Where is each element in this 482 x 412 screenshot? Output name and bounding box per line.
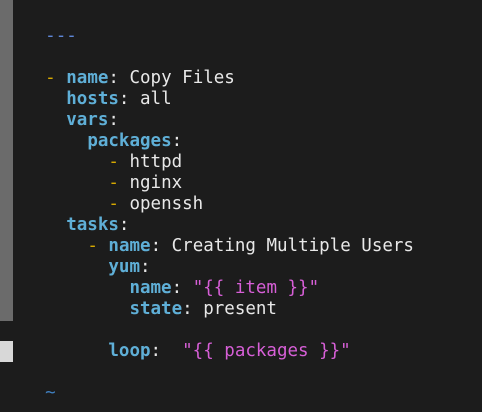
line-state: state: present [129, 299, 277, 319]
line-hosts: hosts: all [66, 89, 172, 109]
document-start-marker: --- [45, 26, 77, 46]
line-package-item: - httpd [3, 131, 182, 172]
tilde-marker: ~ [45, 404, 56, 412]
line-yum-name: name: "{{ item }}" [129, 278, 320, 298]
package-item: openssh [129, 194, 204, 214]
loop-value: "{{ packages }}" [182, 341, 351, 361]
key-loop: loop [108, 341, 151, 361]
line-package-item: - nginx [3, 152, 182, 193]
state-value: present [203, 299, 277, 319]
line-doc-start: --- [3, 5, 77, 46]
line-tasks: tasks: [66, 215, 130, 235]
line-vars: vars: [66, 110, 119, 130]
line-yum: yum: [108, 257, 151, 277]
line-packages: packages: [87, 131, 183, 151]
line-play-name: - name: Copy Files [45, 68, 235, 88]
vim-editor[interactable]: --- - name: Copy Files hosts: all vars: … [0, 0, 482, 412]
key-state: state [129, 299, 183, 319]
empty-line-marker: ~ [3, 362, 56, 403]
task-name-value: Creating Multiple Users [171, 236, 414, 256]
line-package-item: - openssh [3, 173, 203, 214]
line-loop: loop: "{{ packages }}" [108, 341, 351, 361]
hosts-value: all [140, 89, 172, 109]
empty-line-marker: ~ [3, 383, 56, 412]
line-task-name: - name: Creating Multiple Users [87, 236, 414, 256]
